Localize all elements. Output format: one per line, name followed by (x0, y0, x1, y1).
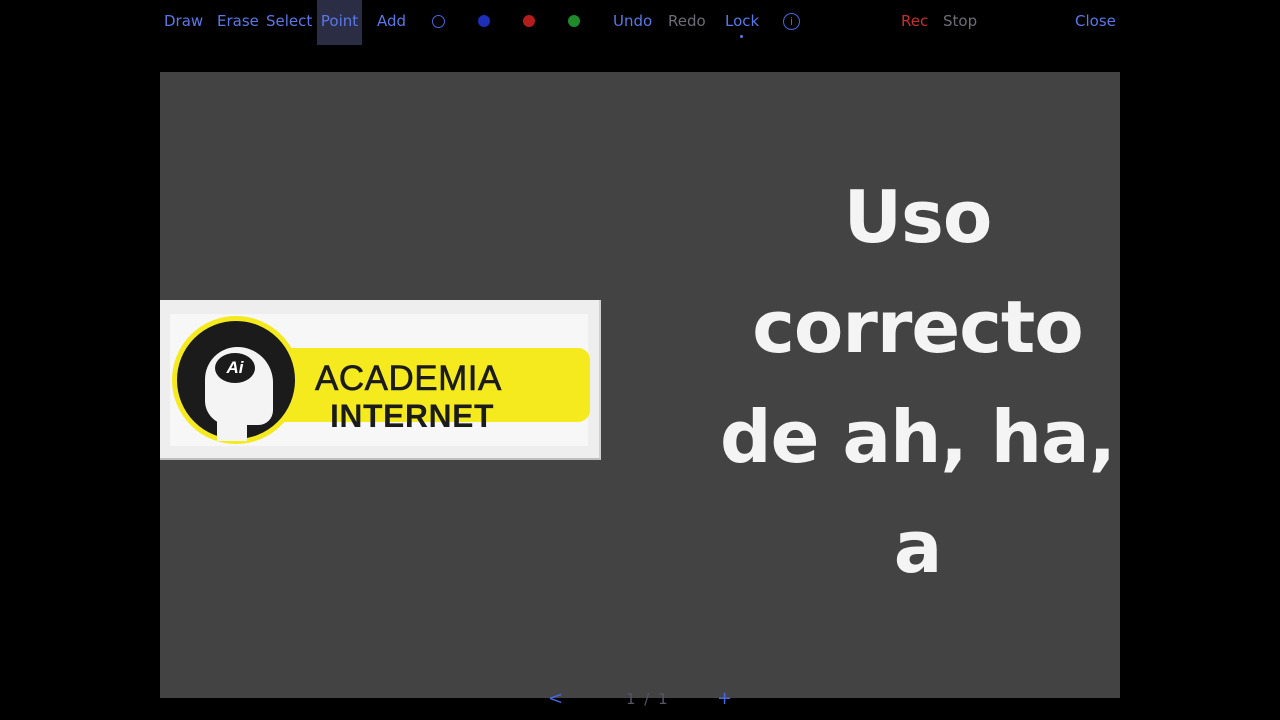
previous-slide-button[interactable]: < (548, 684, 563, 714)
undo-button[interactable]: Undo (613, 0, 652, 45)
logo-background: Ai ACADEMIA INTERNET (170, 314, 590, 446)
slide-title: Uso correcto de ah, ha, a (715, 162, 1120, 602)
redo-button[interactable]: Redo (668, 0, 706, 45)
academia-internet-logo: Ai ACADEMIA INTERNET (160, 300, 601, 460)
erase-button[interactable]: Erase (217, 0, 259, 45)
toolbar: Draw Erase Select Point Add Undo Redo Lo… (0, 0, 1280, 45)
slide-title-line: Uso (843, 175, 993, 259)
logo-badge: Ai (215, 353, 255, 383)
draw-button[interactable]: Draw (164, 0, 203, 45)
stop-button[interactable]: Stop (943, 0, 977, 45)
slide-title-line: correcto (752, 285, 1084, 369)
green-color-swatch[interactable] (568, 15, 580, 27)
add-slide-button[interactable]: + (717, 684, 732, 714)
logo-head-circle: Ai (172, 316, 300, 444)
lock-button[interactable]: Lock (725, 0, 759, 45)
lock-indicator-dot (740, 35, 743, 38)
add-button[interactable]: Add (377, 0, 406, 45)
close-button[interactable]: Close (1075, 0, 1116, 45)
logo-text-line2: INTERNET (330, 398, 494, 434)
record-button[interactable]: Rec (901, 0, 928, 45)
outline-color-swatch[interactable] (432, 15, 445, 28)
slide-canvas[interactable]: Ai ACADEMIA INTERNET Uso correcto de ah,… (160, 72, 1120, 698)
blue-color-swatch[interactable] (478, 15, 490, 27)
point-button[interactable]: Point (317, 0, 362, 45)
slide-counter: 1 / 1 (626, 690, 670, 708)
select-button[interactable]: Select (266, 0, 312, 45)
red-color-swatch[interactable] (523, 15, 535, 27)
info-icon[interactable]: i (783, 13, 800, 30)
slide-title-line: de ah, ha, (720, 395, 1116, 479)
slide-title-line: a (893, 505, 943, 589)
logo-text-line1: ACADEMIA (315, 359, 502, 399)
